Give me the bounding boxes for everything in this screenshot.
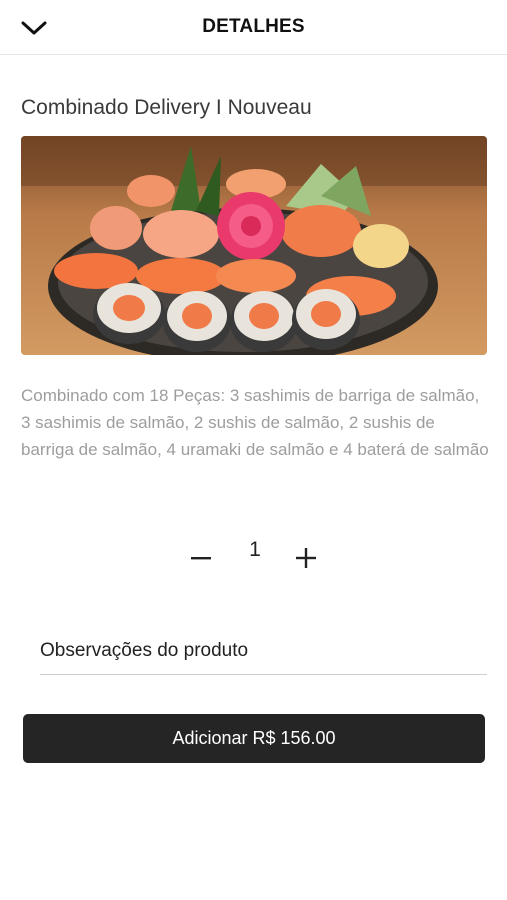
- quantity-value: 1: [249, 538, 261, 561]
- minus-icon: [191, 557, 211, 560]
- quantity-stepper: 1: [180, 534, 330, 578]
- product-description: Combinado com 18 Peças: 3 sashimis de ba…: [21, 386, 489, 459]
- top-bar: DETALHES: [0, 0, 507, 55]
- product-notes-input[interactable]: [40, 628, 487, 675]
- plus-icon: [296, 548, 316, 568]
- product-name: Combinado Delivery I Nouveau: [21, 96, 312, 119]
- increase-quantity-button[interactable]: [288, 538, 324, 578]
- add-to-cart-button[interactable]: Adicionar R$ 156.00: [23, 714, 485, 763]
- decrease-quantity-button[interactable]: [183, 538, 219, 578]
- product-image: [21, 136, 487, 355]
- page-title: DETALHES: [202, 16, 305, 37]
